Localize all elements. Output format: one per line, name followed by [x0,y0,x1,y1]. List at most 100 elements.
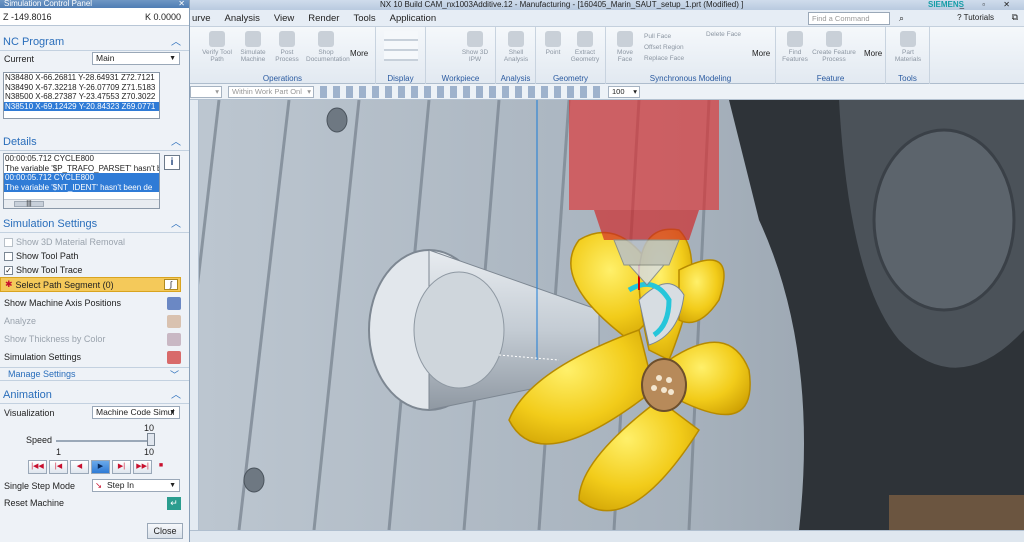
axis-positions-icon[interactable] [167,296,181,310]
show-3d-ipw-button[interactable]: Show 3D IPW [460,31,490,63]
ribbon: Verify Tool Path Simulate Machine Post P… [190,27,1024,84]
thickness-row[interactable]: Show Thickness by Color [0,332,189,346]
more-button[interactable]: More [752,49,770,58]
animation-header[interactable]: Animation ︿ [0,387,189,404]
chevron-down-icon: ▾ [215,87,219,96]
speed-slider-thumb[interactable] [147,433,155,446]
more-button[interactable]: More [350,49,368,58]
point-button[interactable]: Point [538,31,568,56]
type-filter-select[interactable]: ▾ [190,86,222,98]
step-forward-icon[interactable]: ▶| [112,460,131,474]
pull-face-button[interactable]: Pull Face [644,31,684,42]
shell-analysis-button[interactable]: Shell Analysis [501,31,531,63]
more-button[interactable]: More [864,49,882,58]
list-item-selected[interactable]: N38510 X-69.12429 Y-20.84323 Z69.0771 [4,101,159,111]
resource-bar[interactable] [190,100,199,530]
selection-scope-select[interactable]: Within Work Part Onl ▾ [228,86,314,98]
asterisk-icon: ✱ [5,279,13,289]
tutorials-button[interactable]: ? Tutorials [957,13,994,22]
thickness-color-icon[interactable] [167,332,181,346]
shop-documentation-button[interactable]: Shop Documentation [306,31,350,63]
step-back-icon[interactable]: |◀ [49,460,68,474]
speed-slider-track[interactable] [56,440,151,442]
simulation-control-panel: Simulation Control Panel ✕ Z -149.8016 K… [0,0,190,542]
ribbon-group-feature: Find Features Create Feature Process Mor… [776,27,886,84]
verify-tool-path-button[interactable]: Verify Tool Path [202,31,232,63]
delete-face-button[interactable]: Delete Face [706,31,741,38]
part-materials-button[interactable]: Part Materials [893,31,923,63]
detail-line: The variable '$P_TRAFO_PARSET' hasn't b [5,163,159,173]
window-title-bar: NX 10 Build CAM_nx1003Additive.12 - Manu… [190,0,1024,10]
find-features-button[interactable]: Find Features [780,31,810,63]
list-item[interactable]: N38480 X-66.26811 Y-28.64931 Z72.7121 [4,73,159,83]
post-process-icon [279,31,295,47]
analyze-row[interactable]: Analyze [0,314,189,328]
search-icon[interactable]: ⌕ [899,13,904,24]
restore-icon[interactable]: ⧉ [1012,12,1018,23]
manage-settings-label: Manage Settings [8,369,76,379]
window-controls[interactable]: _ ▫ ✕ [960,0,1018,10]
zoom-select[interactable]: 100 ▾ [608,86,640,98]
machine-axis-row[interactable]: Show Machine Axis Positions [0,296,189,310]
current-program-select[interactable]: Main ▼ [92,52,180,65]
nc-program-header[interactable]: NC Program ︿ [0,34,189,51]
extract-geometry-button[interactable]: Extract Geometry [570,31,600,63]
display-tools-icon[interactable] [384,31,418,61]
rotary-axis [872,128,1016,312]
stop-icon[interactable]: ■ [154,460,168,474]
chevron-up-icon[interactable]: ︿ [171,134,181,151]
manage-settings-row[interactable]: Manage Settings ﹀ [0,367,189,381]
show-tool-trace-checkbox[interactable]: ✓ [4,265,13,275]
create-feature-process-button[interactable]: Create Feature Process [812,31,856,63]
details-header[interactable]: Details ︿ [0,134,189,151]
chevron-up-icon[interactable]: ︿ [171,216,181,233]
graphics-viewport[interactable] [199,100,1024,530]
visualization-select[interactable]: Machine Code Simul ▼ [92,406,180,419]
show-tool-path-checkbox[interactable] [4,251,13,261]
offset-region-button[interactable]: Offset Region [644,42,684,53]
menu-render[interactable]: Render [308,13,339,24]
find-command-input[interactable]: Find a Command [808,12,890,25]
list-item[interactable]: N38500 X-68.27387 Y-23.47553 Z70.3022 [4,92,159,102]
find-features-label: Find Features [782,49,808,63]
sim-settings-header[interactable]: Simulation Settings ︿ [0,216,189,233]
reset-machine-button[interactable]: ↵ [167,496,181,510]
scroll-thumb[interactable]: ||| [14,200,44,207]
analyze-icon[interactable] [167,314,181,328]
menu-application[interactable]: Application [390,13,436,24]
chevron-down-icon: ▼ [169,55,176,62]
visualization-row: Visualization Machine Code Simul ▼ [0,406,189,420]
select-path-segment-row[interactable]: ✱ Select Path Segment (0) ∫ [0,277,181,292]
close-button[interactable]: Close [147,523,183,539]
single-step-select[interactable]: ↘ Step In ▼ [92,479,180,492]
fast-forward-end-icon[interactable]: ▶▶| [133,460,152,474]
list-item[interactable]: N38490 X-67.32218 Y-26.07709 Z71.5183 [4,83,159,93]
move-face-button[interactable]: Move Face [610,31,640,63]
nc-program-list[interactable]: N38480 X-66.26811 Y-28.64931 Z72.7121 N3… [3,72,160,119]
show-3d-checkbox[interactable] [4,237,13,247]
settings-sheet-icon[interactable] [167,350,181,364]
playback-controls: |◀◀ |◀ ◀ ▶ ▶| ▶▶| ■ [28,460,170,474]
group-label: Tools [898,74,917,83]
simulate-machine-button[interactable]: Simulate Machine [238,31,268,63]
tool-holder [613,239,680,266]
reset-machine-row[interactable]: Reset Machine ↵ [0,496,189,510]
snap-tools-icon-strip[interactable] [320,86,600,98]
info-icon[interactable]: i [164,155,180,170]
replace-face-button[interactable]: Replace Face [644,53,684,64]
menu-curve[interactable]: urve [192,13,210,24]
menu-tools[interactable]: Tools [353,13,375,24]
chevron-up-icon[interactable]: ︿ [171,34,181,51]
panel-close-icon[interactable]: ✕ [178,0,185,8]
chevron-up-icon[interactable]: ︿ [171,387,181,404]
play-icon[interactable]: ▶ [91,460,110,474]
menu-analysis[interactable]: Analysis [224,13,259,24]
menu-view[interactable]: View [274,13,294,24]
sim-settings-title: Simulation Settings [3,218,98,230]
rewind-start-icon[interactable]: |◀◀ [28,460,47,474]
horizontal-scrollbar[interactable]: ||| [4,198,159,208]
details-list[interactable]: 00:00:05.712 CYCLE800 The variable '$P_T… [3,153,160,209]
play-reverse-icon[interactable]: ◀ [70,460,89,474]
simulation-settings-row[interactable]: Simulation Settings [0,350,189,364]
post-process-button[interactable]: Post Process [272,31,302,63]
